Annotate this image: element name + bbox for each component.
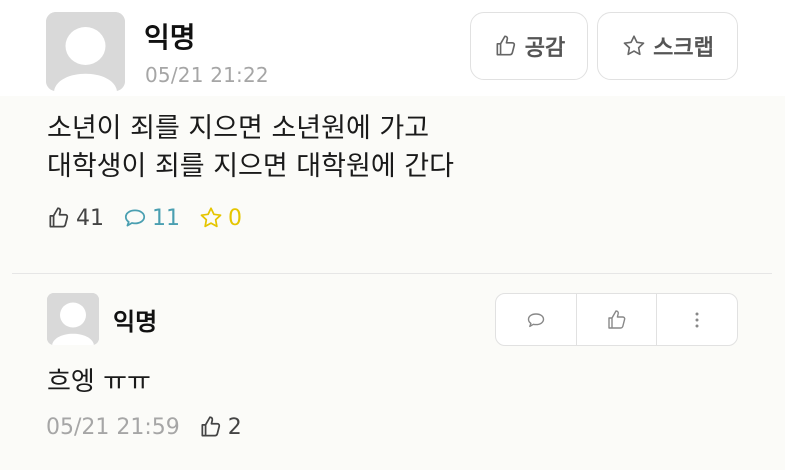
- thumbs-up-icon: [607, 309, 625, 329]
- post-body: 소년이 죄를 지으면 소년원에 가고 대학생이 죄를 지으면 대학원에 간다: [47, 110, 454, 186]
- like-button[interactable]: 공감: [470, 12, 588, 80]
- default-profile-icon: [46, 12, 125, 91]
- like-button-label: 공감: [524, 36, 566, 61]
- comment-action-bar: [495, 293, 738, 346]
- comment-meta: 05/21 21:59 2: [46, 414, 242, 440]
- comment-reply-button[interactable]: [496, 294, 577, 345]
- post-scrap-count: 0: [198, 205, 242, 231]
- comment-author-name: 익명: [113, 308, 158, 336]
- default-profile-icon: [47, 293, 99, 345]
- vertical-ellipsis-icon: [695, 312, 699, 327]
- comment-like-count-value: 2: [227, 414, 242, 440]
- comment-more-button[interactable]: [657, 294, 737, 345]
- post-author-name: 익명: [144, 21, 196, 54]
- thumbs-up-icon: [201, 416, 220, 437]
- star-icon: [200, 207, 222, 228]
- author-avatar: [46, 12, 125, 91]
- post-stats: 41 11 0: [46, 205, 260, 231]
- thumbs-up-icon: [49, 207, 69, 228]
- post-comment-count-value: 11: [152, 205, 180, 231]
- post-screen: 익명 05/21 21:22 공감 스크랩 소년이 죄를 지으면 소년원에 가고…: [0, 0, 785, 470]
- thumbs-up-icon: [496, 35, 515, 56]
- post-timestamp: 05/21 21:22: [145, 63, 269, 87]
- comment-like-button[interactable]: [577, 294, 658, 345]
- comment-text: 흐엥 ㅠㅠ: [47, 367, 151, 397]
- comment-avatar: [47, 293, 99, 345]
- star-icon: [623, 35, 645, 56]
- post-comment-count: 11: [122, 205, 180, 231]
- comment-timestamp: 05/21 21:59: [46, 414, 180, 440]
- post-scrap-count-value: 0: [228, 205, 242, 231]
- scrap-button[interactable]: 스크랩: [597, 12, 738, 80]
- post-body-line: 소년이 죄를 지으면 소년원에 가고: [47, 113, 430, 144]
- post-body-line: 대학생이 죄를 지으면 대학원에 간다: [47, 151, 454, 182]
- post-like-count-value: 41: [76, 205, 104, 231]
- comment-like-count: 2: [198, 414, 242, 440]
- speech-bubble-icon: [527, 312, 545, 327]
- post-header: 익명 05/21 21:22 공감 스크랩: [0, 0, 785, 96]
- post-like-count: 41: [46, 205, 104, 231]
- speech-bubble-icon: [124, 209, 146, 227]
- scrap-button-label: 스크랩: [653, 36, 714, 61]
- divider: [12, 273, 772, 274]
